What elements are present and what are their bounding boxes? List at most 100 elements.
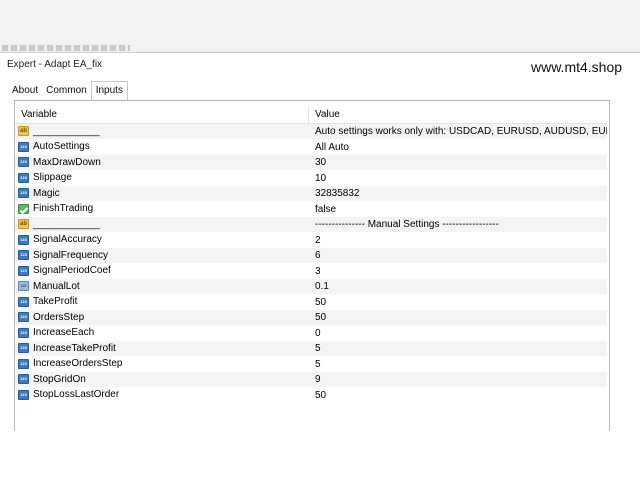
value-cell[interactable]: 2 — [309, 233, 607, 248]
background-window-strip — [0, 0, 640, 51]
variable-name: IncreaseOrdersStep — [33, 358, 123, 370]
int-icon: 123 — [18, 141, 29, 152]
variable-name: TakeProfit — [33, 296, 78, 308]
variable-name: SignalFrequency — [33, 249, 109, 261]
table-row[interactable]: 123 StopGridOn 9 — [15, 372, 607, 388]
int-icon: 123 — [18, 312, 29, 323]
table-row[interactable]: ab ____________ Auto settings works only w… — [15, 124, 607, 140]
int-icon: 123 — [18, 250, 29, 261]
value-cell[interactable]: 10 — [309, 171, 607, 186]
table-row[interactable]: 123 OrdersStep 50 — [15, 310, 607, 326]
variable-name: ManualLot — [33, 280, 80, 292]
int-icon: 123 — [18, 389, 29, 400]
variable-cell: ab ____________ — [15, 124, 309, 139]
int-icon: 123 — [18, 374, 29, 385]
variable-cell: 123 TakeProfit — [15, 295, 309, 310]
table-row[interactable]: 123 Magic 32835832 — [15, 186, 607, 202]
header-value[interactable]: Value — [309, 107, 607, 123]
value-cell[interactable]: false — [309, 202, 607, 217]
value-cell[interactable]: 30 — [309, 155, 607, 170]
variable-cell: ab ____________ — [15, 217, 309, 232]
variable-name: ____________ — [33, 125, 100, 137]
table-row[interactable]: ab ____________ --------------- Manual Set… — [15, 217, 607, 233]
table-row[interactable]: FinishTrading false — [15, 201, 607, 217]
tab-common[interactable]: Common — [42, 82, 91, 100]
blurred-toolbar — [2, 45, 130, 51]
value-cell[interactable]: 50 — [309, 295, 607, 310]
value-cell[interactable]: 9 — [309, 372, 607, 387]
table-row[interactable]: 1/2 ManualLot 0.1 — [15, 279, 607, 295]
int-icon: 123 — [18, 296, 29, 307]
variable-name: IncreaseTakeProfit — [33, 342, 116, 354]
variable-cell: 123 Slippage — [15, 171, 309, 186]
value-cell[interactable]: 5 — [309, 357, 607, 372]
value-cell[interactable]: 50 — [309, 310, 607, 325]
value-cell[interactable]: 32835832 — [309, 186, 607, 201]
value-cell[interactable]: 6 — [309, 248, 607, 263]
variable-cell: 123 SignalAccuracy — [15, 233, 309, 248]
dialog-title: Expert - Adapt EA_fix — [7, 59, 103, 70]
value-cell[interactable]: All Auto — [309, 140, 607, 155]
inputs-grid: Variable Value ab ____________ Auto settin… — [15, 107, 607, 403]
variable-name: SignalAccuracy — [33, 234, 102, 246]
variable-name: IncreaseEach — [33, 327, 95, 339]
text-icon: ab — [18, 126, 29, 137]
value-cell[interactable]: 5 — [309, 341, 607, 356]
int-icon: 123 — [18, 343, 29, 354]
variable-cell: 123 Magic — [15, 186, 309, 201]
variable-name: MaxDrawDown — [33, 156, 101, 168]
double-icon: 1/2 — [18, 281, 29, 292]
table-row[interactable]: 123 AutoSettings All Auto — [15, 139, 607, 155]
int-icon: 123 — [18, 265, 29, 276]
int-icon: 123 — [18, 172, 29, 183]
tab-about[interactable]: About — [8, 82, 42, 100]
table-row[interactable]: 123 Slippage 10 — [15, 170, 607, 186]
table-row[interactable]: 123 IncreaseEach 0 — [15, 325, 607, 341]
value-cell[interactable]: 0 — [309, 326, 607, 341]
variable-cell: 123 SignalPeriodCoef — [15, 264, 309, 279]
variable-name: StopGridOn — [33, 373, 86, 385]
table-row[interactable]: 123 SignalPeriodCoef 3 — [15, 263, 607, 279]
variable-cell: 123 StopGridOn — [15, 372, 309, 387]
tab-inputs[interactable]: Inputs — [90, 81, 128, 101]
variable-cell: 123 StopLossLastOrder — [15, 388, 309, 403]
variable-cell: 123 IncreaseEach — [15, 326, 309, 341]
variable-name: OrdersStep — [33, 311, 85, 323]
variable-cell: 1/2 ManualLot — [15, 279, 309, 294]
value-cell[interactable]: 3 — [309, 264, 607, 279]
watermark-text: www.mt4.shop — [531, 59, 623, 75]
int-icon: 123 — [18, 358, 29, 369]
grid-rows: ab ____________ Auto settings works only w… — [15, 124, 607, 403]
variable-cell: 123 OrdersStep — [15, 310, 309, 325]
text-icon: ab — [18, 219, 29, 230]
variable-cell: 123 IncreaseOrdersStep — [15, 357, 309, 372]
variable-cell: 123 SignalFrequency — [15, 248, 309, 263]
bool-icon — [18, 203, 29, 214]
table-row[interactable]: 123 StopLossLastOrder 50 — [15, 387, 607, 403]
int-icon: 123 — [18, 188, 29, 199]
value-cell[interactable]: --------------- Manual Settings --------… — [309, 217, 607, 232]
table-row[interactable]: 123 SignalAccuracy 2 — [15, 232, 607, 248]
table-row[interactable]: 123 TakeProfit 50 — [15, 294, 607, 310]
variable-cell: 123 MaxDrawDown — [15, 155, 309, 170]
variable-name: StopLossLastOrder — [33, 389, 120, 401]
table-row[interactable]: 123 SignalFrequency 6 — [15, 248, 607, 264]
table-row[interactable]: 123 IncreaseTakeProfit 5 — [15, 341, 607, 357]
tab-bar: About Common Inputs — [8, 81, 128, 101]
header-variable[interactable]: Variable — [15, 107, 309, 123]
variable-cell: 123 IncreaseTakeProfit — [15, 341, 309, 356]
variable-name: ____________ — [33, 218, 100, 230]
int-icon: 123 — [18, 327, 29, 338]
table-row[interactable]: 123 MaxDrawDown 30 — [15, 155, 607, 171]
int-icon: 123 — [18, 234, 29, 245]
variable-name: SignalPeriodCoef — [33, 265, 111, 277]
variable-name: Slippage — [33, 172, 72, 184]
variable-name: FinishTrading — [33, 203, 94, 215]
variable-name: Magic — [33, 187, 60, 199]
variable-cell: 123 AutoSettings — [15, 140, 309, 155]
value-cell[interactable]: Auto settings works only with: USDCAD, E… — [309, 124, 607, 139]
int-icon: 123 — [18, 157, 29, 168]
value-cell[interactable]: 0.1 — [309, 279, 607, 294]
table-row[interactable]: 123 IncreaseOrdersStep 5 — [15, 356, 607, 372]
value-cell[interactable]: 50 — [309, 388, 607, 403]
